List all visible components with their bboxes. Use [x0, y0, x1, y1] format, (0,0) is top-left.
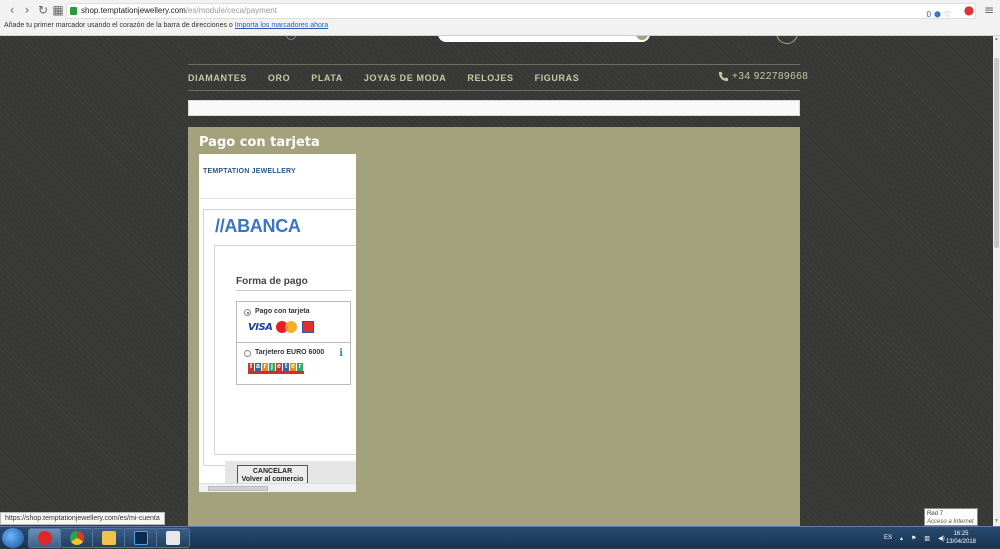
grid-icon[interactable]: ▦	[51, 3, 65, 17]
nav-item-oro[interactable]: ORO	[268, 72, 290, 86]
form-title-underline	[236, 290, 351, 291]
taskbar: ES ▴ ⚑ ▥ ◀) 16:25 13/04/2018	[0, 526, 1000, 548]
nav-divider-top	[188, 64, 800, 65]
info-icon[interactable]: i	[339, 348, 343, 359]
taskbar-chrome[interactable]	[60, 528, 94, 548]
option-card-label: Pago con tarjeta	[255, 308, 310, 315]
address-bar[interactable]: shop.temptationjewellery.com/es/module/c…	[66, 3, 976, 19]
option-card-payment[interactable]: Pago con tarjeta VISA	[236, 301, 351, 343]
search-input[interactable]	[438, 36, 650, 42]
ext-badge[interactable]: 0	[927, 8, 931, 22]
mastercard-icon	[276, 321, 298, 333]
system-tray: ES ▴ ⚑ ▥ ◀)	[884, 527, 945, 549]
window-icon	[166, 531, 180, 545]
clock-time: 16:25	[953, 531, 969, 537]
forward-icon[interactable]: ›	[20, 3, 34, 17]
tarjetero-logo: tarjeter	[248, 363, 304, 374]
chrome-icon	[70, 531, 84, 545]
menu-icon[interactable]: ≡	[982, 3, 996, 17]
network-icon[interactable]: ▥	[924, 535, 930, 542]
page-scroll-thumb[interactable]	[994, 58, 999, 248]
merchant-name: TEMPTATION JEWELLERY	[203, 168, 296, 175]
nav-item-plata[interactable]: PLATA	[311, 72, 343, 86]
heart-icon[interactable]: ♡	[944, 8, 951, 22]
adblock-icon[interactable]: ●	[962, 3, 976, 17]
search-icon[interactable]	[636, 36, 648, 40]
visa-logo: VISA	[248, 321, 273, 333]
payment-iframe: TEMPTATION JEWELLERY //ABANCA Forma de p…	[199, 154, 356, 492]
account-icon[interactable]	[286, 36, 296, 40]
opera-icon	[38, 531, 52, 545]
euro6000-icon	[302, 321, 315, 333]
bookmarks-hint: Añade tu primer marcador usando el coraz…	[4, 22, 233, 29]
address-host: shop.temptationjewellery.com	[81, 6, 186, 15]
main-nav: DIAMANTES ORO PLATA JOYAS DE MODA RELOJE…	[188, 72, 600, 86]
bookmarks-bar: Añade tu primer marcador usando el coraz…	[4, 22, 328, 29]
taskbar-opera[interactable]	[28, 528, 62, 548]
merchant-divider	[199, 198, 356, 199]
lock-icon	[70, 7, 77, 15]
address-path: /es/module/ceca/payment	[185, 6, 277, 15]
payment-panel: Pago con tarjeta TEMPTATION JEWELLERY //…	[188, 127, 800, 526]
import-bookmarks-link[interactable]: Importa los marcadores ahora	[235, 22, 328, 29]
option-tarjetero-label: Tarjetero EURO 6000	[255, 349, 325, 356]
notification-strip	[188, 100, 800, 116]
scroll-down-icon[interactable]: ▼	[993, 518, 1000, 526]
radio-tarjetero[interactable]	[244, 350, 251, 357]
nav-divider-bottom	[188, 90, 800, 91]
page: DIAMANTES ORO PLATA JOYAS DE MODA RELOJE…	[0, 36, 993, 526]
taskbar-explorer[interactable]	[92, 528, 126, 548]
taskbar-app[interactable]	[156, 528, 190, 548]
folder-icon	[102, 531, 116, 545]
phone-number[interactable]: +34 922789668	[732, 71, 808, 82]
card-logos: VISA	[248, 321, 315, 333]
iframe-scroll-thumb[interactable]	[208, 486, 268, 491]
radio-card-payment[interactable]	[244, 309, 251, 316]
windows-start-icon[interactable]	[2, 528, 24, 548]
shield-icon[interactable]: ⬢	[934, 8, 941, 22]
page-scrollbar[interactable]: ▲ ▼	[993, 36, 1000, 526]
phone-icon	[718, 71, 729, 82]
form-title: Forma de pago	[236, 276, 308, 287]
photoshop-icon	[134, 531, 148, 545]
network-tooltip: Red 7 Acceso a Internet	[924, 508, 978, 526]
browser-chrome: ‹ › ↻ ▦ shop.temptationjewellery.com/es/…	[0, 0, 1000, 36]
nav-item-diamantes[interactable]: DIAMANTES	[188, 72, 247, 86]
reload-icon[interactable]: ↻	[36, 3, 50, 17]
bank-box: //ABANCA Forma de pago Pago con tarjeta …	[203, 209, 356, 491]
flag-icon[interactable]: ⚑	[911, 535, 916, 542]
payment-form: Forma de pago Pago con tarjeta VISA Tarj…	[214, 245, 356, 491]
abanca-logo: //ABANCA	[215, 216, 301, 236]
clock-date: 13/04/2018	[945, 539, 976, 545]
volume-icon[interactable]: ◀)	[938, 535, 945, 542]
option-tarjetero[interactable]: Tarjetero EURO 6000 i tarjeter	[236, 343, 351, 385]
nav-item-joyas-de-moda[interactable]: JOYAS DE MODA	[364, 72, 447, 86]
network-name: Red 7	[927, 511, 944, 517]
iframe-horizontal-scrollbar[interactable]	[199, 483, 356, 492]
nav-item-relojes[interactable]: RELOJES	[467, 72, 513, 86]
cart-icon[interactable]	[776, 36, 798, 44]
taskbar-photoshop[interactable]	[124, 528, 158, 548]
nav-item-figuras[interactable]: FIGURAS	[535, 72, 580, 86]
clock[interactable]: 16:25 13/04/2018	[946, 530, 976, 546]
status-url: https://shop.temptationjewellery.com/es/…	[0, 512, 165, 525]
back-icon[interactable]: ‹	[5, 3, 19, 17]
phone-contact: +34 922789668	[718, 71, 808, 82]
language-indicator[interactable]: ES	[884, 535, 892, 541]
page-title: Pago con tarjeta	[199, 135, 320, 150]
cancel-label: CANCELAR	[252, 468, 293, 475]
network-status: Acceso a Internet	[927, 519, 974, 525]
scroll-up-icon[interactable]: ▲	[993, 36, 1000, 44]
tray-expand-icon[interactable]: ▴	[900, 535, 903, 542]
